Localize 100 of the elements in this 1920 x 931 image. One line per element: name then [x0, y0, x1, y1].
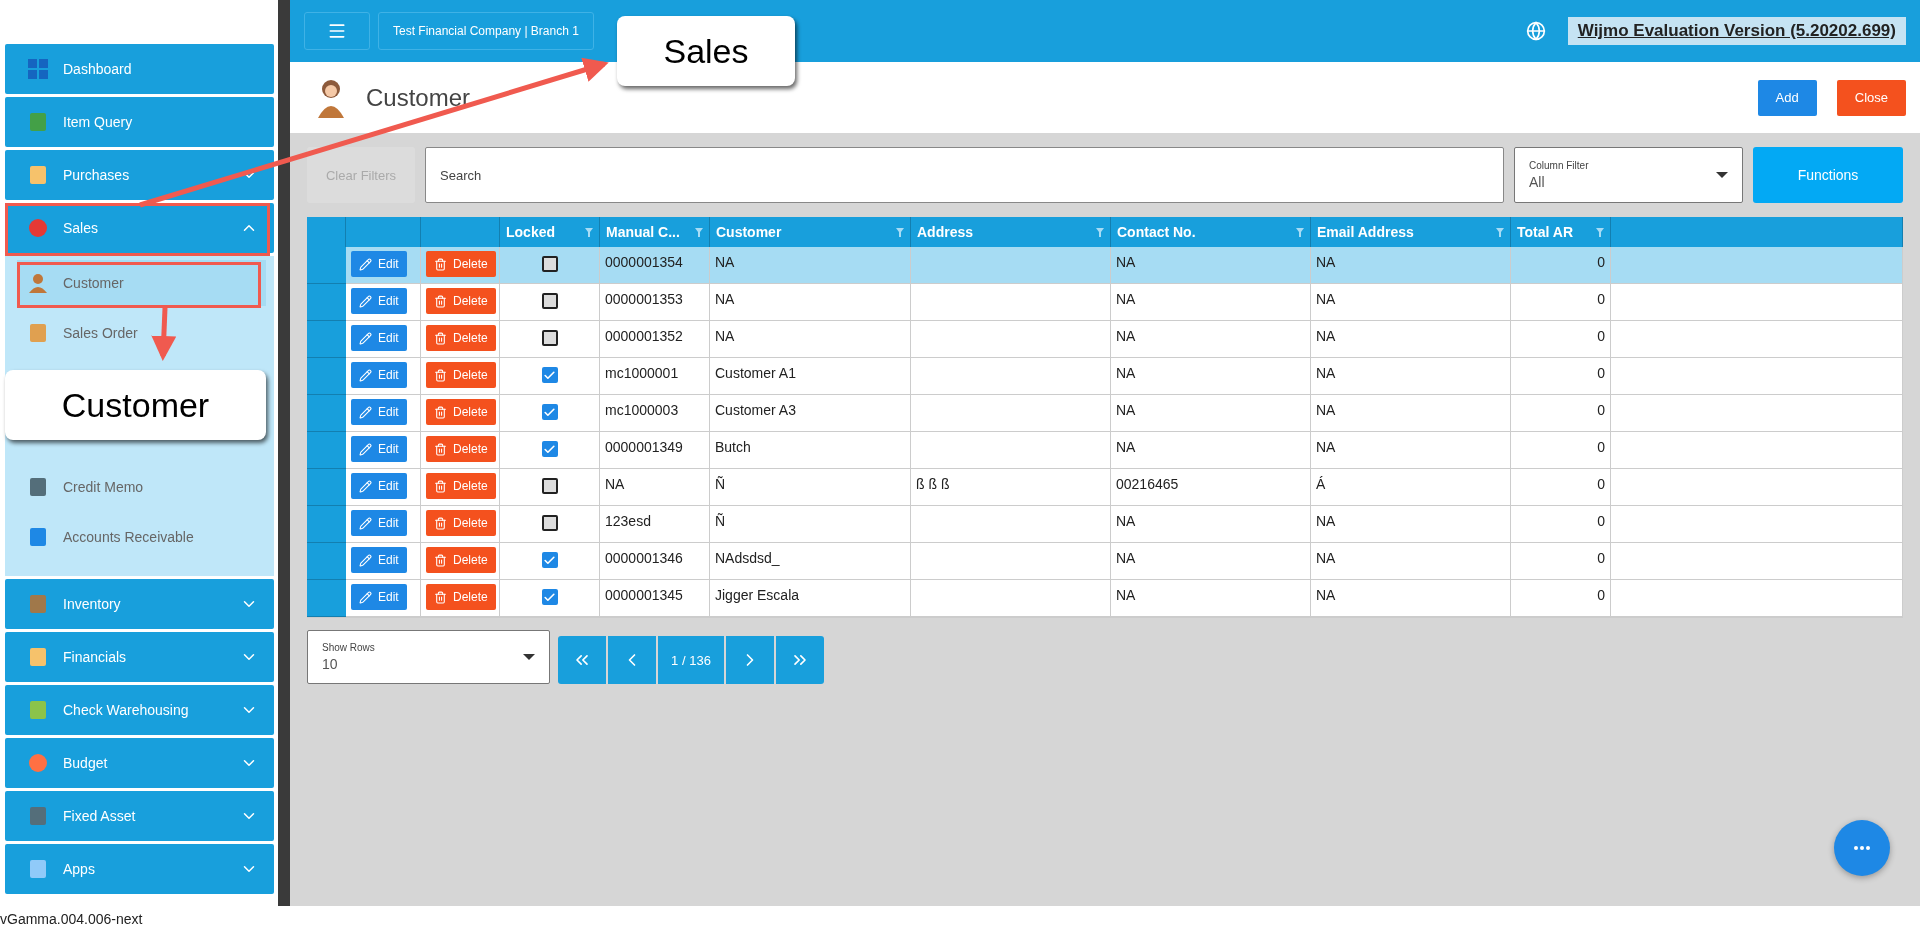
search-field[interactable]: Search	[425, 147, 1504, 203]
filter-icon[interactable]	[585, 227, 593, 237]
column-header[interactable]: Manual C...	[600, 217, 710, 247]
pencil-icon	[359, 331, 372, 345]
filter-icon[interactable]	[1596, 227, 1604, 237]
row-header	[307, 395, 346, 432]
nav-item[interactable]: Dashboard	[5, 44, 274, 94]
delete-button[interactable]: Delete	[426, 436, 496, 462]
first-page-button[interactable]	[558, 636, 606, 684]
table-cell: 00216465	[1111, 469, 1311, 506]
table-cell: NA	[1311, 284, 1511, 321]
table-cell: 0	[1511, 580, 1611, 617]
pencil-icon	[359, 405, 372, 419]
person-icon	[27, 272, 49, 294]
locked-checkbox[interactable]	[541, 256, 558, 272]
trash-icon	[434, 257, 447, 271]
table-cell: Ñ	[710, 469, 911, 506]
edit-button[interactable]: Edit	[351, 288, 407, 314]
delete-button[interactable]: Delete	[426, 547, 496, 573]
table-cell: NA	[710, 284, 911, 321]
column-header[interactable]: Contact No.	[1111, 217, 1311, 247]
locked-checkbox[interactable]	[541, 293, 558, 309]
edit-button[interactable]: Edit	[351, 251, 407, 277]
locked-checkbox[interactable]	[541, 515, 558, 531]
nav-item[interactable]: Item Query	[5, 97, 274, 147]
locked-checkbox[interactable]	[541, 330, 558, 346]
column-header[interactable]: Total AR	[1511, 217, 1611, 247]
edit-button[interactable]: Edit	[351, 325, 407, 351]
delete-button[interactable]: Delete	[426, 288, 496, 314]
table-cell: 0000001345	[600, 580, 710, 617]
delete-button[interactable]: Delete	[426, 473, 496, 499]
nav-item[interactable]: Purchases	[5, 150, 274, 200]
row-header	[307, 321, 346, 358]
filter-icon[interactable]	[1096, 227, 1104, 237]
locked-checkbox[interactable]	[541, 478, 558, 494]
pointer-arrow	[151, 307, 177, 361]
table-cell: NA	[1311, 432, 1511, 469]
evaluation-banner: Wijmo Evaluation Version (5.20202.699)	[1567, 17, 1906, 45]
table-cell: NA	[710, 321, 911, 358]
table-cell: NA	[1311, 506, 1511, 543]
column-header[interactable]: Address	[911, 217, 1111, 247]
table-cell: NA	[1311, 247, 1511, 284]
last-page-button[interactable]	[776, 636, 824, 684]
edit-button[interactable]: Edit	[351, 473, 407, 499]
delete-button[interactable]: Delete	[426, 399, 496, 425]
trash-icon	[434, 405, 447, 419]
table-cell: NA	[1111, 580, 1311, 617]
close-button[interactable]: Close	[1836, 79, 1906, 116]
table-cell: NA	[1111, 247, 1311, 284]
globe-icon[interactable]	[1525, 21, 1546, 41]
filter-icon[interactable]	[695, 227, 703, 237]
delete-button[interactable]: Delete	[426, 325, 496, 351]
table-cell: NA	[1111, 358, 1311, 395]
delete-button[interactable]: Delete	[426, 584, 496, 610]
column-header[interactable]: Locked	[500, 217, 600, 247]
table-cell: mc1000001	[600, 358, 710, 395]
nav-item[interactable]: Apps	[5, 844, 274, 894]
header-cell	[307, 217, 346, 247]
column-header[interactable]: Customer	[710, 217, 911, 247]
table-cell: 0	[1511, 506, 1611, 543]
delete-button[interactable]: Delete	[426, 251, 496, 277]
row-header	[307, 358, 346, 395]
nav-item[interactable]: Financials	[5, 632, 274, 682]
show-rows-select[interactable]: Show Rows 10	[307, 630, 550, 684]
table-cell: NA	[1311, 543, 1511, 580]
submenu-item[interactable]: Sales Order	[17, 310, 266, 356]
table-cell: 0	[1511, 543, 1611, 580]
table-cell: 0	[1511, 321, 1611, 358]
column-header[interactable]: Email Address	[1311, 217, 1511, 247]
edit-button[interactable]: Edit	[351, 399, 407, 425]
nav-item[interactable]: Inventory	[5, 579, 274, 629]
edit-button[interactable]: Edit	[351, 584, 407, 610]
menu-button[interactable]	[304, 12, 370, 50]
filter-icon[interactable]	[896, 227, 904, 237]
row-header	[307, 506, 346, 543]
nav-item[interactable]: Fixed Asset	[5, 791, 274, 841]
row-header	[307, 432, 346, 469]
nav-item[interactable]: Budget	[5, 738, 274, 788]
column-filter-select[interactable]: Column Filter All	[1514, 147, 1743, 203]
table-cell: NA	[1311, 358, 1511, 395]
page-title: Customer	[366, 83, 472, 112]
add-button[interactable]: Add	[1757, 79, 1817, 116]
company-selector[interactable]: Test Financial Company | Branch 1	[378, 12, 594, 50]
edit-button[interactable]: Edit	[351, 510, 407, 536]
pencil-icon	[359, 257, 372, 271]
pencil-icon	[359, 368, 372, 382]
table-cell: NAdsdsd_	[710, 543, 911, 580]
delete-button[interactable]: Delete	[426, 362, 496, 388]
filter-icon[interactable]	[1296, 227, 1304, 237]
submenu-item[interactable]: Credit Memo	[17, 464, 266, 510]
table-cell: Jigger Escala	[710, 580, 911, 617]
filter-icon[interactable]	[1496, 227, 1504, 237]
nav-item[interactable]: Check Warehousing	[5, 685, 274, 735]
functions-button[interactable]: Functions	[1753, 147, 1903, 203]
edit-button[interactable]: Edit	[351, 547, 407, 573]
edit-button[interactable]: Edit	[351, 362, 407, 388]
menu-icon	[327, 21, 347, 41]
edit-button[interactable]: Edit	[351, 436, 407, 462]
submenu-item[interactable]: Accounts Receivable	[17, 514, 266, 560]
delete-button[interactable]: Delete	[426, 510, 496, 536]
